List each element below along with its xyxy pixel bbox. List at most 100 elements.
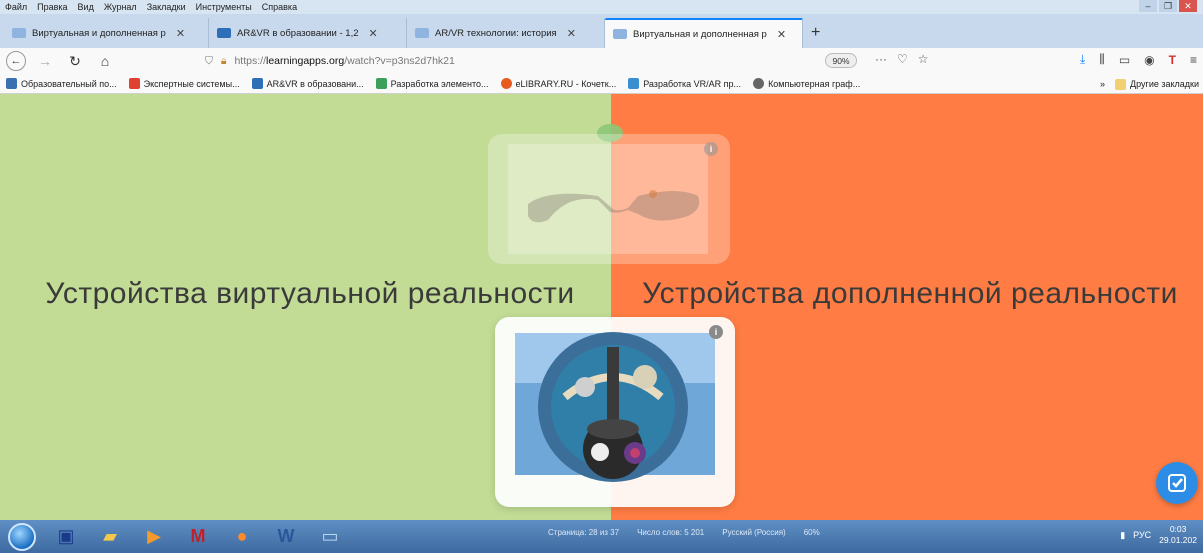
word-icon: W	[277, 526, 295, 546]
url-action-icons: ··· ♡ ☆	[875, 52, 929, 66]
taskbar-firefox[interactable]: ●	[220, 521, 264, 552]
bookmark-item[interactable]: Разработка элементо...	[375, 78, 489, 89]
menu-file[interactable]: Файл	[0, 2, 32, 12]
status-words: Число слов: 5 201	[637, 528, 705, 537]
bookmarks-bar: Образовательный по... Экспертные системы…	[0, 74, 1203, 94]
bookmark-favicon-icon	[128, 78, 140, 89]
bookmark-item[interactable]: eLIBRARY.RU - Кочетк...	[500, 78, 616, 89]
minimize-button[interactable]: –	[1139, 0, 1157, 12]
tab-favicon-icon	[12, 28, 26, 38]
taskbar-app-m[interactable]: M	[176, 521, 220, 552]
chevron-right-icon[interactable]: »	[1100, 79, 1105, 89]
windows-taskbar: ▣ ▰ ▶ M ● W ▭ Страница: 28 из 37 Число с…	[0, 520, 1203, 553]
tab-close-icon[interactable]: ✕	[777, 28, 786, 41]
taskbar-explorer[interactable]: ▰	[88, 521, 132, 552]
status-page: Страница: 28 из 37	[548, 528, 620, 537]
bookmark-favicon-icon	[251, 78, 263, 89]
category-title-vr: Устройства виртуальной реальности	[45, 277, 575, 310]
folder-icon: ▰	[103, 526, 117, 546]
other-bookmarks[interactable]: Другие закладки	[1115, 78, 1199, 90]
category-title-ar: Устройства дополненной реальности	[642, 277, 1178, 310]
menu-help[interactable]: Справка	[257, 2, 302, 12]
tab-label: Виртуальная и дополненная р	[633, 28, 767, 40]
close-window-button[interactable]: ✕	[1179, 0, 1197, 12]
bookmark-item[interactable]: Разработка VR/AR пр...	[628, 78, 741, 89]
menu-edit[interactable]: Правка	[32, 2, 72, 12]
maximize-button[interactable]: ❐	[1159, 0, 1177, 12]
menu-bookmarks[interactable]: Закладки	[142, 2, 191, 12]
menu-view[interactable]: Вид	[73, 2, 99, 12]
toolbar-icons: ⤓ ⫼ ▭ ◉ T ≡	[1080, 52, 1197, 67]
tab-4-active[interactable]: Виртуальная и дополненная р ✕	[605, 18, 803, 48]
bookmark-star-icon[interactable]: ☆	[918, 52, 929, 66]
bookmark-favicon-icon	[6, 78, 17, 89]
home-button[interactable]: ⌂	[94, 51, 116, 71]
url-bar[interactable]: ⛉ 🔒︎ https://learningapps.org/watch?v=p3…	[205, 51, 825, 71]
status-zoom: 60%	[803, 528, 820, 537]
info-icon[interactable]: i	[704, 142, 718, 156]
info-icon[interactable]: i	[709, 325, 723, 339]
download-icon[interactable]: ⤓	[1080, 52, 1085, 67]
system-tray: ▮ РУС 0:03 29.01.202	[1120, 524, 1197, 546]
tab-3[interactable]: AR/VR технологии: история ✕	[407, 18, 605, 48]
window-icon: ▭	[321, 526, 339, 546]
sidebar-icon[interactable]: ▭	[1119, 53, 1130, 67]
firefox-icon: ●	[236, 526, 248, 546]
menu-tools[interactable]: Инструменты	[191, 2, 257, 12]
lock-icon[interactable]: 🔒︎	[221, 55, 227, 68]
bookmarks-overflow: » Другие закладки	[1100, 74, 1199, 94]
new-tab-button[interactable]: +	[803, 18, 828, 48]
taskbar-word[interactable]: W	[264, 521, 308, 552]
tab-label: AR/VR технологии: история	[435, 27, 557, 39]
bookmark-favicon-icon	[500, 78, 512, 89]
forward-button[interactable]: →	[34, 51, 56, 71]
account-icon[interactable]: ◉	[1144, 53, 1154, 67]
bookmark-item[interactable]: Компьютерная граф...	[753, 78, 860, 89]
clock[interactable]: 0:03 29.01.202	[1159, 524, 1197, 546]
bookmark-item[interactable]: AR&VR в образовани...	[251, 78, 364, 89]
check-answer-button[interactable]	[1156, 462, 1198, 504]
keyboard-language[interactable]: РУС	[1133, 530, 1151, 540]
tab-1[interactable]: Виртуальная и дополненная р ✕	[4, 18, 209, 48]
m-app-icon: M	[190, 526, 206, 546]
bookmark-favicon-icon	[628, 78, 640, 89]
zoom-indicator[interactable]: 90%	[825, 53, 857, 68]
bookmark-item[interactable]: Экспертные системы...	[128, 78, 240, 89]
hamburger-menu-icon[interactable]: ≡	[1190, 53, 1197, 67]
back-button[interactable]: ←	[6, 51, 26, 71]
pocket-icon[interactable]: ♡	[897, 52, 908, 66]
taskbar-window[interactable]: ▭	[308, 521, 352, 552]
url-text: https://learningapps.org/watch?v=p3ns2d7…	[234, 55, 455, 67]
tab-close-icon[interactable]: ✕	[567, 27, 576, 40]
bookmark-favicon-icon	[375, 78, 387, 89]
tab-close-icon[interactable]: ✕	[369, 27, 378, 40]
tab-favicon-icon	[613, 29, 627, 39]
glasses-image	[508, 144, 708, 254]
extension-t-icon[interactable]: T	[1169, 53, 1176, 67]
start-button[interactable]	[0, 521, 44, 552]
library-icon[interactable]: ⫼	[1099, 52, 1105, 67]
reload-button[interactable]: ↻	[64, 51, 86, 71]
taskbar-media[interactable]: ▶	[132, 521, 176, 552]
tab-2[interactable]: AR&VR в образовании - 1,2 ✕	[209, 18, 407, 48]
network-icon[interactable]: ▮	[1120, 530, 1125, 541]
folder-icon	[1115, 78, 1127, 90]
status-language: Русский (Россия)	[722, 528, 786, 537]
tab-label: Виртуальная и дополненная р	[32, 27, 166, 39]
tab-bar: Виртуальная и дополненная р ✕ AR&VR в об…	[0, 14, 1203, 48]
nav-bar: ← → ↻ ⌂ ⛉ 🔒︎ https://learningapps.org/wa…	[0, 48, 1203, 74]
checkbox-icon	[1168, 474, 1186, 492]
shield-icon[interactable]: ⛉	[205, 55, 213, 68]
taskbar-save-app[interactable]: ▣	[44, 521, 88, 552]
tab-favicon-icon	[217, 28, 231, 38]
tab-close-icon[interactable]: ✕	[176, 27, 185, 40]
window-controls: – ❐ ✕	[1139, 0, 1197, 12]
menu-history[interactable]: Журнал	[99, 2, 142, 12]
bookmark-item[interactable]: Образовательный по...	[6, 78, 117, 89]
app-content: i Устройства виртуальной реальности Устр…	[0, 94, 1203, 520]
bookmark-favicon-icon	[753, 78, 765, 89]
item-card-glasses[interactable]: i	[488, 134, 730, 264]
page-actions-icon[interactable]: ···	[875, 52, 887, 66]
menu-bar: Файл Правка Вид Журнал Закладки Инструме…	[0, 0, 1203, 14]
item-card-360-camera[interactable]: i	[495, 317, 735, 507]
